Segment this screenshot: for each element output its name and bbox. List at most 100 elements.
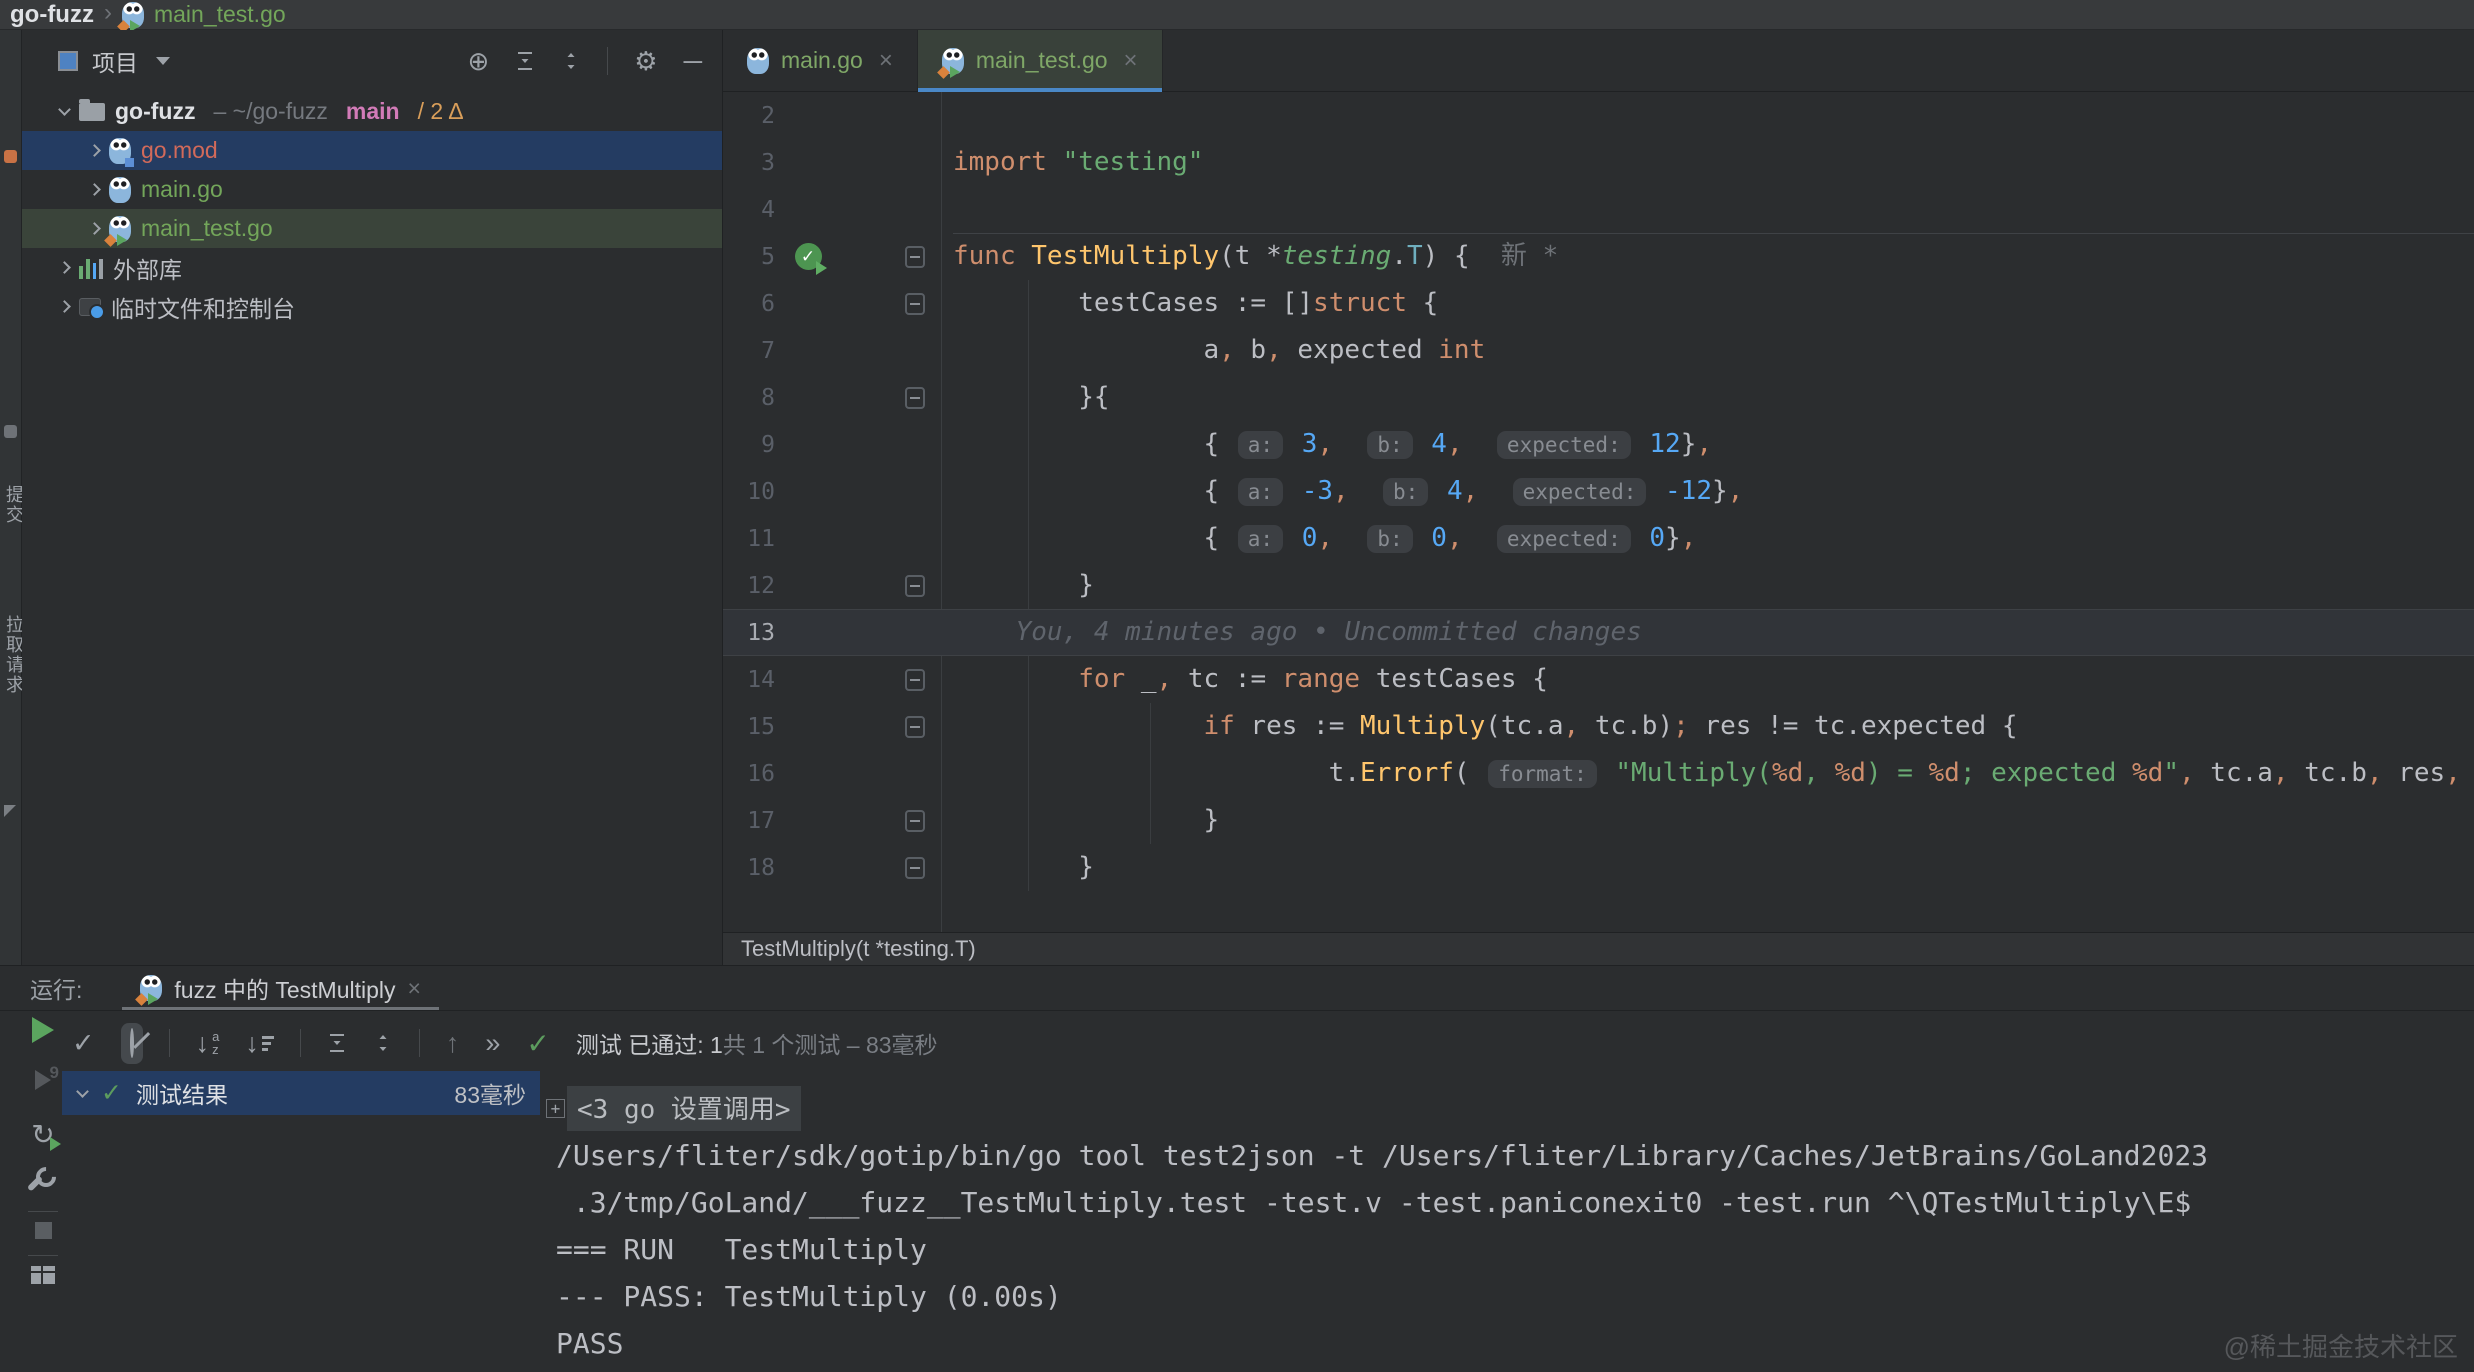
fold-marker-icon[interactable] <box>905 575 925 597</box>
fold-marker-icon[interactable] <box>905 716 925 738</box>
code-line[interactable]: 4 <box>723 186 2474 233</box>
fold-marker-icon[interactable] <box>905 293 925 315</box>
collapse-all-icon[interactable] <box>561 51 581 71</box>
line-number: 15 <box>723 714 785 740</box>
close-icon[interactable]: × <box>408 975 421 1002</box>
show-passed-icon[interactable]: ✓ <box>72 1030 95 1057</box>
fix-wrench-icon[interactable] <box>30 1167 56 1193</box>
sort-alphabetically-icon[interactable]: ↓ az <box>196 1030 220 1057</box>
fold-marker-icon[interactable] <box>905 246 925 268</box>
collapse-all-icon[interactable] <box>373 1033 393 1053</box>
breadcrumb-file[interactable]: main_test.go <box>154 1 286 28</box>
console-line: === RUN TestMultiply <box>540 1226 2474 1273</box>
stripe-icon-gray[interactable] <box>4 425 17 438</box>
code-line[interactable]: 13 You, 4 minutes ago • Uncommitted chan… <box>723 609 2474 656</box>
fold-marker-icon[interactable] <box>905 387 925 409</box>
navigate-up-icon[interactable]: ↑ <box>446 1030 460 1057</box>
line-number: 6 <box>723 291 785 317</box>
stripe-flag-icon[interactable] <box>4 805 16 817</box>
line-number: 9 <box>723 432 785 458</box>
code-area[interactable]: 23import "testing"45✓func TestMultiply(t… <box>723 92 2474 932</box>
go-file-icon <box>747 48 769 74</box>
code-line[interactable]: 14 for _, tc := range testCases { <box>723 656 2474 703</box>
chevron-down-icon[interactable] <box>156 57 170 65</box>
test-status: 测试 已通过: 1 <box>576 1032 723 1058</box>
tree-item-root[interactable]: go-fuzz – ~/go-fuzz main / 2 Δ <box>22 92 722 131</box>
fold-marker-icon[interactable] <box>905 857 925 879</box>
console-folded-region[interactable]: + <3 go 设置调用> <box>540 1085 2474 1132</box>
more-actions-icon[interactable]: » <box>485 1030 500 1057</box>
chevron-right-icon[interactable] <box>88 144 101 157</box>
run-button[interactable] <box>32 1017 54 1043</box>
circle-slash-icon <box>130 1028 134 1058</box>
hide-panel-icon[interactable]: ─ <box>684 48 702 74</box>
go-test-file-icon <box>140 975 162 1001</box>
code-line[interactable]: 15 if res := Multiply(tc.a, tc.b); res !… <box>723 703 2474 750</box>
close-icon[interactable]: × <box>879 47 893 75</box>
line-number: 2 <box>723 103 785 129</box>
test-tree: ✓ 测试结果 83毫秒 <box>62 1071 540 1115</box>
code-line[interactable]: 6 testCases := []struct { <box>723 280 2474 327</box>
tree-item-external-libraries[interactable]: 外部库 <box>22 248 722 287</box>
layout-icon[interactable] <box>31 1266 55 1284</box>
project-panel-header: 项目 ⊕ ⚙ ─ <box>22 30 722 92</box>
stop-icon[interactable] <box>35 1222 52 1239</box>
expand-all-icon[interactable] <box>327 1033 347 1053</box>
go-test-file-icon <box>942 48 964 74</box>
code-line[interactable]: 9 { a: 3, b: 4, expected: 12}, <box>723 421 2474 468</box>
run-test-gutter-icon[interactable]: ✓ <box>795 243 822 270</box>
code-line[interactable]: 7 a, b, expected int <box>723 327 2474 374</box>
code-line[interactable]: 8 }{ <box>723 374 2474 421</box>
code-line[interactable]: 2 <box>723 92 2474 139</box>
console-line: /Users/fliter/sdk/gotip/bin/go tool test… <box>540 1132 2474 1179</box>
chevron-down-icon[interactable] <box>76 1085 89 1098</box>
chevron-right-icon[interactable] <box>88 222 101 235</box>
chevron-right-icon[interactable] <box>88 183 101 196</box>
project-panel-title[interactable]: 项目 <box>92 44 138 78</box>
locate-file-icon[interactable]: ⊕ <box>467 48 489 74</box>
test-results-row[interactable]: ✓ 测试结果 83毫秒 <box>62 1071 540 1115</box>
show-ignored-toggle[interactable] <box>121 1023 143 1064</box>
play-history-icon[interactable]: 9 <box>35 1069 51 1096</box>
line-number: 5 <box>723 244 785 270</box>
code-line[interactable]: 5✓func TestMultiply(t *testing.T) { 新 * <box>723 233 2474 280</box>
run-config-tab[interactable]: fuzz 中的 TestMultiply × <box>122 966 439 1010</box>
fold-marker-icon[interactable] <box>905 669 925 691</box>
close-icon[interactable]: × <box>1124 47 1138 75</box>
divider <box>28 1211 58 1212</box>
fold-marker-icon[interactable] <box>905 810 925 832</box>
code-line[interactable]: 18 } <box>723 844 2474 891</box>
line-number: 11 <box>723 526 785 552</box>
chevron-right-icon[interactable] <box>58 261 71 274</box>
breadcrumb-project[interactable]: go-fuzz <box>10 1 94 29</box>
editor-breadcrumb[interactable]: TestMultiply(t *testing.T) <box>741 936 976 962</box>
chevron-down-icon[interactable] <box>58 103 71 116</box>
tree-item-maingo[interactable]: main.go <box>22 170 722 209</box>
console[interactable]: + <3 go 设置调用> /Users/fliter/sdk/gotip/bi… <box>540 1071 2474 1372</box>
code-line[interactable]: 12 } <box>723 562 2474 609</box>
sort-by-duration-icon[interactable]: ↓ <box>245 1030 274 1057</box>
code-line[interactable]: 10 { a: -3, b: 4, expected: -12}, <box>723 468 2474 515</box>
tab-maingo[interactable]: main.go × <box>723 30 918 91</box>
tab-maintestgo[interactable]: main_test.go × <box>918 30 1163 91</box>
rerun-icon[interactable]: ↻ <box>31 1118 54 1151</box>
run-panel: 运行: fuzz 中的 TestMultiply × 9 ↻ <box>0 965 2474 1372</box>
tree-item-gomod[interactable]: go.mod <box>22 131 722 170</box>
settings-gear-icon[interactable]: ⚙ <box>634 48 657 74</box>
code-line[interactable]: 16 t.Errorf( format: "Multiply(%d, %d) =… <box>723 750 2474 797</box>
code-line[interactable]: 11 { a: 0, b: 0, expected: 0}, <box>723 515 2474 562</box>
code-line[interactable]: 3import "testing" <box>723 139 2474 186</box>
line-number: 10 <box>723 479 785 505</box>
chevron-right-icon[interactable] <box>58 300 71 313</box>
folded-text[interactable]: <3 go 设置调用> <box>567 1086 801 1131</box>
code-line[interactable]: 17 } <box>723 797 2474 844</box>
expand-fold-icon[interactable]: + <box>546 1099 565 1118</box>
expand-all-icon[interactable] <box>515 51 535 71</box>
watermark: @稀土掘金技术社区 <box>2224 1327 2458 1364</box>
tree-item-maintestgo[interactable]: main_test.go <box>22 209 722 248</box>
libraries-icon <box>79 257 103 279</box>
line-number: 4 <box>723 197 785 223</box>
tree-item-scratches[interactable]: 临时文件和控制台 <box>22 287 722 326</box>
stripe-icon-orange[interactable] <box>4 150 17 163</box>
breadcrumb-bar: go-fuzz › main_test.go <box>0 0 2474 30</box>
